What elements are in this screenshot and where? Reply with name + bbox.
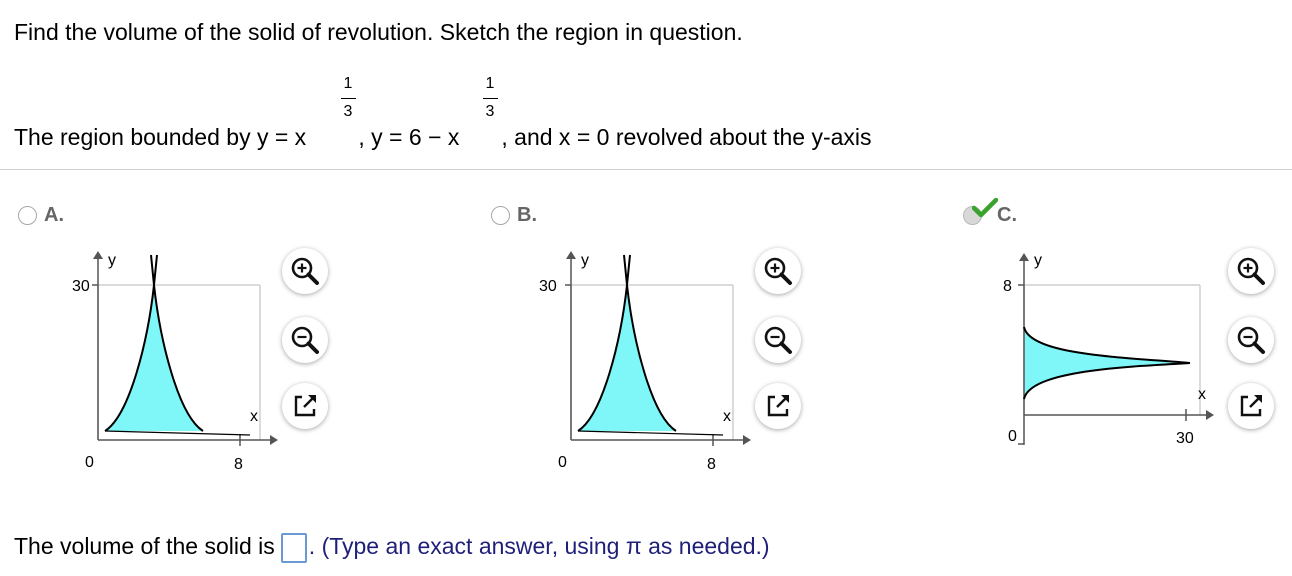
y-axis-label: y [1034,252,1042,269]
zoom-out-icon [764,326,792,354]
answer-input[interactable] [280,533,307,563]
option-a-zoom-in-button[interactable] [282,248,328,294]
graph-region-fill [1024,327,1186,399]
popout-icon [294,395,316,417]
x-axis-label: x [250,408,258,425]
option-a-zoom-out-button[interactable] [282,317,328,363]
option-a-graph: 30 0 8 y x [72,251,278,473]
option-b-label[interactable]: B. [517,204,537,227]
graph-region-fill [105,285,203,431]
exponent-fraction-2: 1 3 [480,76,500,120]
answer-prefix: The volume of the solid is [14,533,275,560]
exponent-fraction-1: 1 3 [338,76,358,120]
exponent-denominator: 3 [343,103,353,120]
exponent-denominator: 3 [485,103,495,120]
checkmark-icon [972,198,998,218]
region-description: The region bounded by y = x 1 3 , y = 6 … [14,74,1014,154]
option-a-label[interactable]: A. [44,204,64,227]
zoom-out-icon [1237,326,1265,354]
x-axis-label: x [723,408,731,425]
y-tick-label: 30 [72,278,90,295]
y-axis-label: y [108,252,116,269]
option-a-radio[interactable] [18,206,37,225]
option-b-graph: 30 0 8 y x [539,251,751,473]
zoom-out-icon [291,326,319,354]
x-tick-end: 8 [234,456,243,473]
option-c-graph: 8 0 30 y x [1003,252,1214,447]
x-tick-origin: 0 [558,454,567,471]
option-c-zoom-in-button[interactable] [1228,248,1274,294]
x-axis-label: x [1198,386,1206,403]
zoom-in-icon [764,257,792,285]
option-b-zoom-in-button[interactable] [755,248,801,294]
answer-hint: . (Type an exact answer, using π as need… [308,533,770,560]
question-instruction: Find the volume of the solid of revoluti… [14,19,743,45]
x-tick-origin: 0 [1008,428,1017,445]
option-c-popout-button[interactable] [1228,383,1274,429]
popout-icon [1240,395,1262,417]
x-tick-end: 30 [1176,430,1194,447]
option-b-radio[interactable] [491,206,510,225]
exponent-numerator: 1 [343,75,353,92]
x-tick-origin: 0 [85,454,94,471]
y-tick-label: 30 [539,278,557,295]
region-suffix: , and x = 0 revolved about the y-axis [495,124,872,150]
zoom-in-icon [291,257,319,285]
zoom-in-icon [1237,257,1265,285]
x-tick-end: 8 [707,456,716,473]
option-a-popout-button[interactable] [282,383,328,429]
option-c-zoom-out-button[interactable] [1228,317,1274,363]
y-tick-label: 8 [1003,278,1012,295]
region-mid: , y = 6 − x [352,124,460,150]
region-prefix: The region bounded by y = x [14,124,307,150]
graph-region-fill [578,285,676,431]
divider [0,169,1292,170]
option-b-zoom-out-button[interactable] [755,317,801,363]
answer-row: The volume of the solid is . (Type an exa… [14,533,770,563]
popout-icon [767,395,789,417]
option-b-popout-button[interactable] [755,383,801,429]
y-axis-label: y [581,252,589,269]
exponent-numerator: 1 [485,75,495,92]
option-c-label[interactable]: C. [997,204,1017,227]
